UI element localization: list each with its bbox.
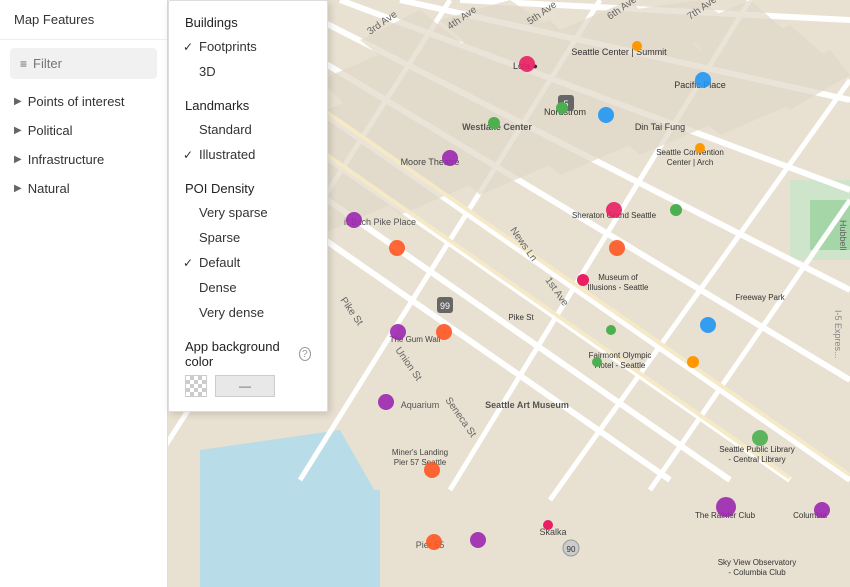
sidebar-item-poi[interactable]: ▶ Points of interest bbox=[0, 87, 167, 116]
3d-label: 3D bbox=[199, 64, 216, 79]
svg-text:Seattle Art Museum: Seattle Art Museum bbox=[485, 400, 569, 410]
chevron-right-icon: ▶ bbox=[14, 183, 22, 194]
very-sparse-label: Very sparse bbox=[199, 205, 268, 220]
filter-input[interactable] bbox=[33, 56, 147, 71]
sidebar-item-natural[interactable]: ▶ Natural bbox=[0, 174, 167, 203]
chevron-right-icon: ▶ bbox=[14, 96, 22, 107]
svg-text:Freeway Park: Freeway Park bbox=[735, 293, 785, 302]
standard-item[interactable]: Standard bbox=[169, 117, 327, 142]
filter-bar[interactable]: ≡ bbox=[10, 48, 157, 79]
svg-text:Din Tai Fung: Din Tai Fung bbox=[635, 122, 685, 132]
very-dense-item[interactable]: Very dense bbox=[169, 300, 327, 325]
svg-text:Center | Arch: Center | Arch bbox=[667, 158, 714, 167]
illustrated-label: Illustrated bbox=[199, 147, 255, 162]
filter-icon: ≡ bbox=[20, 57, 27, 71]
color-value-display[interactable]: — bbox=[215, 375, 275, 397]
sidebar: Map Features ≡ ▶ Points of interest ▶ Po… bbox=[0, 0, 168, 587]
very-sparse-item[interactable]: Very sparse bbox=[169, 200, 327, 225]
sidebar-item-poi-label: Points of interest bbox=[28, 94, 125, 109]
svg-text:- Columbia Club: - Columbia Club bbox=[728, 568, 786, 577]
bg-color-label: App background color ? bbox=[185, 339, 311, 369]
svg-text:Miner's Landing: Miner's Landing bbox=[392, 448, 448, 457]
landmarks-section-header: Landmarks bbox=[169, 92, 327, 117]
chevron-right-icon: ▶ bbox=[14, 125, 22, 136]
footprints-label: Footprints bbox=[199, 39, 257, 54]
svg-text:90: 90 bbox=[567, 545, 576, 554]
footprints-item[interactable]: Footprints bbox=[169, 34, 327, 59]
svg-text:Pier 57 Seattle: Pier 57 Seattle bbox=[394, 458, 447, 467]
default-label: Default bbox=[199, 255, 240, 270]
chevron-right-icon: ▶ bbox=[14, 154, 22, 165]
svg-text:Illusions - Seattle: Illusions - Seattle bbox=[588, 283, 649, 292]
sidebar-item-political-label: Political bbox=[28, 123, 73, 138]
standard-label: Standard bbox=[199, 122, 252, 137]
dropdown-panel: Buildings Footprints 3D Landmarks Standa… bbox=[168, 0, 328, 412]
svg-text:- Central Library: - Central Library bbox=[728, 455, 785, 464]
poi-density-section-header: POI Density bbox=[169, 175, 327, 200]
very-dense-label: Very dense bbox=[199, 305, 264, 320]
svg-text:I-5 Expres...: I-5 Expres... bbox=[833, 310, 843, 359]
color-picker-row: — bbox=[185, 375, 311, 397]
illustrated-item[interactable]: Illustrated bbox=[169, 142, 327, 167]
svg-text:Seattle Center | Summit: Seattle Center | Summit bbox=[571, 47, 667, 57]
svg-text:Hotel - Seattle: Hotel - Seattle bbox=[595, 361, 646, 370]
svg-text:Hubbell: Hubbell bbox=[838, 220, 848, 251]
svg-text:Aquarium: Aquarium bbox=[401, 400, 440, 410]
transparent-color-swatch[interactable] bbox=[185, 375, 207, 397]
buildings-section-header: Buildings bbox=[169, 9, 327, 34]
dense-item[interactable]: Dense bbox=[169, 275, 327, 300]
svg-text:Seattle Public Library: Seattle Public Library bbox=[719, 445, 795, 454]
sidebar-item-infrastructure[interactable]: ▶ Infrastructure bbox=[0, 145, 167, 174]
sidebar-header: Map Features bbox=[0, 0, 167, 40]
svg-text:Sky View Observatory: Sky View Observatory bbox=[718, 558, 797, 567]
svg-text:99: 99 bbox=[440, 301, 450, 311]
sidebar-item-infrastructure-label: Infrastructure bbox=[28, 152, 105, 167]
bg-color-section: App background color ? — bbox=[169, 333, 327, 403]
default-item[interactable]: Default bbox=[169, 250, 327, 275]
sidebar-item-political[interactable]: ▶ Political bbox=[0, 116, 167, 145]
svg-text:Skalka: Skalka bbox=[539, 527, 566, 537]
sidebar-item-natural-label: Natural bbox=[28, 181, 70, 196]
svg-text:Museum of: Museum of bbox=[598, 273, 638, 282]
info-icon[interactable]: ? bbox=[299, 347, 311, 361]
dense-label: Dense bbox=[199, 280, 237, 295]
svg-text:Pike St: Pike St bbox=[508, 313, 534, 322]
svg-text:Seattle Convention: Seattle Convention bbox=[656, 148, 724, 157]
3d-item[interactable]: 3D bbox=[169, 59, 327, 84]
sparse-item[interactable]: Sparse bbox=[169, 225, 327, 250]
sparse-label: Sparse bbox=[199, 230, 240, 245]
